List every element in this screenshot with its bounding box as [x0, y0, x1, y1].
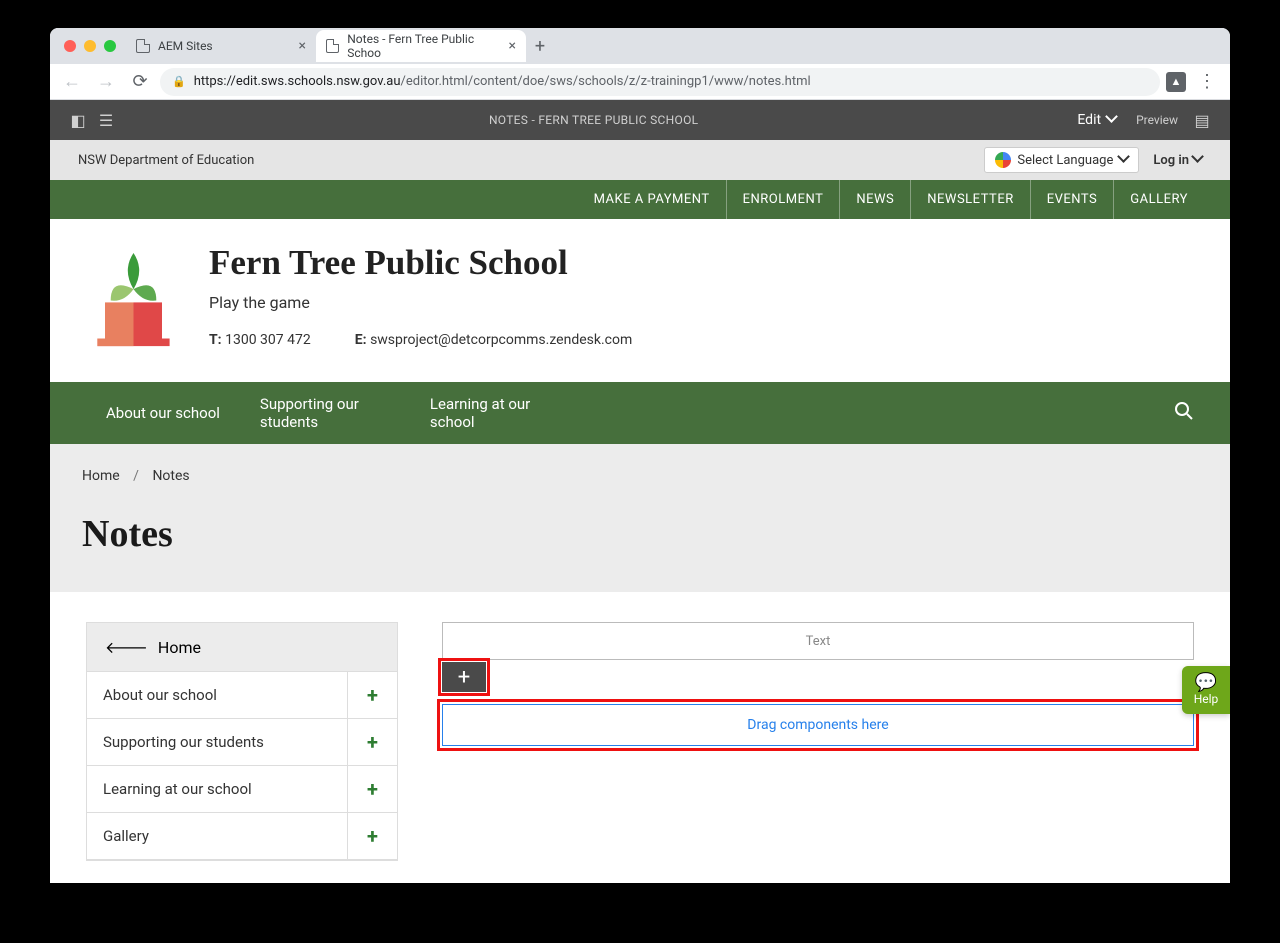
back-button[interactable]: ←	[58, 68, 86, 96]
close-tab-icon[interactable]: ×	[299, 38, 306, 54]
link-events[interactable]: EVENTS	[1030, 180, 1114, 219]
link-enrolment[interactable]: ENROLMENT	[726, 180, 840, 219]
edit-mode-button[interactable]: Edit	[1067, 112, 1126, 128]
close-window-button[interactable]	[64, 40, 76, 52]
page-info-icon[interactable]: ☰	[92, 111, 120, 130]
add-component-button[interactable]: +	[442, 662, 486, 692]
site-header: Fern Tree Public School Play the game T:…	[50, 219, 1230, 382]
side-panel-icon[interactable]: ◧	[64, 111, 92, 130]
forward-button[interactable]: →	[92, 68, 120, 96]
phone-value: 1300 307 472	[225, 332, 311, 348]
profile-icon[interactable]: ▲	[1166, 72, 1186, 92]
sidenav-item-supporting[interactable]: Supporting our students +	[87, 719, 397, 766]
editor-area: Text + Drag components here	[442, 622, 1194, 746]
email-label: E:	[355, 332, 367, 348]
text-component-placeholder[interactable]: Text	[442, 622, 1194, 660]
lock-icon: 🔒	[172, 75, 186, 88]
help-label: Help	[1182, 692, 1230, 706]
nav-supporting[interactable]: Supporting our students	[240, 382, 410, 444]
sidenav-label: Gallery	[87, 813, 347, 859]
chevron-down-icon	[1107, 112, 1116, 128]
drop-zone[interactable]: Drag components here	[442, 704, 1194, 746]
breadcrumb: Home / Notes	[82, 468, 1198, 484]
page-content: NSW Department of Education Select Langu…	[50, 140, 1230, 883]
language-select[interactable]: Select Language	[984, 147, 1139, 173]
school-motto: Play the game	[209, 293, 632, 312]
side-navigation: 🡐 Home About our school + Supporting our…	[86, 622, 398, 861]
link-gallery[interactable]: GALLERY	[1113, 180, 1204, 219]
login-link[interactable]: Log in	[1153, 152, 1202, 168]
sidenav-label: Supporting our students	[87, 719, 347, 765]
language-label: Select Language	[1017, 153, 1113, 168]
nav-about[interactable]: About our school	[86, 391, 240, 435]
department-name: NSW Department of Education	[78, 153, 254, 168]
expand-icon[interactable]: +	[347, 719, 397, 765]
url-host: https://edit.sws.schools.nsw.gov.au	[194, 74, 401, 89]
email-value: swsproject@detcorpcomms.zendesk.com	[370, 332, 632, 348]
chevron-down-icon	[1193, 152, 1202, 168]
school-name: Fern Tree Public School	[209, 243, 632, 283]
file-icon	[326, 39, 339, 53]
breadcrumb-home[interactable]: Home	[82, 468, 120, 484]
browser-tab-bar: AEM Sites × Notes - Fern Tree Public Sch…	[50, 28, 1230, 64]
sidenav-label: Learning at our school	[87, 766, 347, 812]
close-tab-icon[interactable]: ×	[509, 38, 516, 54]
login-label: Log in	[1153, 153, 1189, 168]
search-icon[interactable]	[1174, 401, 1194, 426]
new-tab-button[interactable]: +	[526, 32, 554, 60]
preview-button[interactable]: Preview	[1126, 113, 1188, 127]
sidenav-item-about[interactable]: About our school +	[87, 672, 397, 719]
expand-icon[interactable]: +	[347, 766, 397, 812]
aem-toolbar: ◧ ☰ NOTES - FERN TREE PUBLIC SCHOOL Edit…	[50, 100, 1230, 140]
sidenav-item-learning[interactable]: Learning at our school +	[87, 766, 397, 813]
sidenav-home-label: Home	[158, 638, 201, 657]
breadcrumb-separator: /	[133, 468, 139, 484]
tab-title: Notes - Fern Tree Public Schoo	[347, 32, 500, 60]
arrow-left-icon: 🡐	[105, 637, 148, 657]
chevron-down-icon	[1119, 152, 1128, 168]
minimize-window-button[interactable]	[84, 40, 96, 52]
chat-icon: 💬	[1182, 674, 1230, 692]
window-controls	[58, 40, 126, 52]
sidenav-home[interactable]: 🡐 Home	[87, 623, 397, 672]
breadcrumb-current: Notes	[152, 468, 189, 484]
help-tab[interactable]: 💬 Help	[1182, 666, 1230, 714]
reload-button[interactable]: ⟳	[126, 68, 154, 96]
annotate-icon[interactable]: ▤	[1188, 111, 1216, 130]
school-logo	[86, 243, 181, 362]
page-title: Notes	[82, 512, 1198, 556]
expand-icon[interactable]: +	[347, 672, 397, 718]
top-quick-links: MAKE A PAYMENT ENROLMENT NEWS NEWSLETTER…	[50, 180, 1230, 219]
department-bar: NSW Department of Education Select Langu…	[50, 140, 1230, 180]
main-nav: About our school Supporting our students…	[50, 382, 1230, 444]
breadcrumb-section: Home / Notes Notes	[50, 444, 1230, 592]
tab-title: AEM Sites	[158, 39, 213, 53]
browser-tab-aem-sites[interactable]: AEM Sites ×	[126, 30, 316, 62]
link-newsletter[interactable]: NEWSLETTER	[910, 180, 1029, 219]
browser-tab-notes[interactable]: Notes - Fern Tree Public Schoo ×	[316, 30, 526, 62]
url-input[interactable]: 🔒 https://edit.sws.schools.nsw.gov.au/ed…	[160, 68, 1160, 96]
link-news[interactable]: NEWS	[839, 180, 910, 219]
google-translate-icon	[995, 152, 1011, 168]
expand-icon[interactable]: +	[347, 813, 397, 859]
maximize-window-button[interactable]	[104, 40, 116, 52]
nav-learning[interactable]: Learning at our school	[410, 382, 580, 444]
address-bar: ← → ⟳ 🔒 https://edit.sws.schools.nsw.gov…	[50, 64, 1230, 100]
sidenav-item-gallery[interactable]: Gallery +	[87, 813, 397, 860]
link-make-payment[interactable]: MAKE A PAYMENT	[578, 180, 726, 219]
browser-menu-icon[interactable]: ⋮	[1192, 71, 1222, 92]
file-icon	[136, 39, 150, 53]
sidenav-label: About our school	[87, 672, 347, 718]
url-path: /editor.html/content/doe/sws/schools/z/z…	[401, 74, 811, 89]
phone-label: T:	[209, 332, 222, 348]
aem-page-title: NOTES - FERN TREE PUBLIC SCHOOL	[120, 113, 1067, 127]
edit-label: Edit	[1077, 112, 1101, 128]
